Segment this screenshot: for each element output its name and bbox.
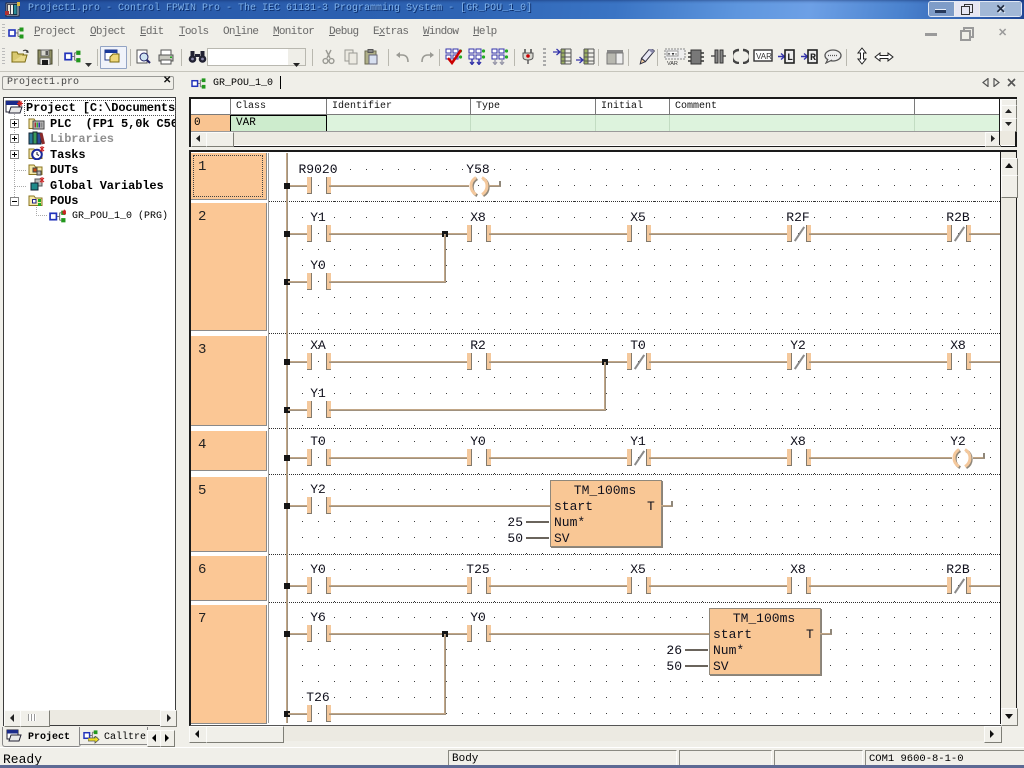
svg-text:VAR: VAR — [756, 52, 772, 61]
svg-text:VAR: VAR — [667, 61, 678, 65]
svg-text:L: L — [787, 53, 793, 64]
svg-text:R: R — [810, 53, 816, 64]
